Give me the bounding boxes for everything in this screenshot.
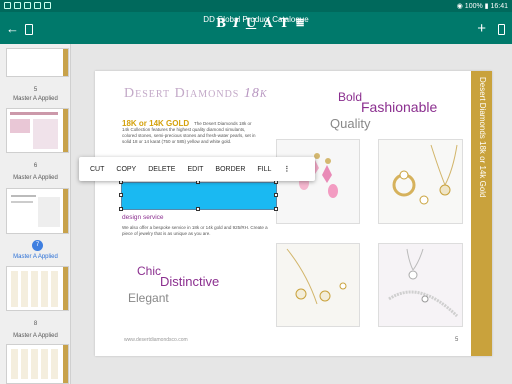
- side-title-bar: Desert Diamonds 18k or 14k Gold: [471, 71, 492, 356]
- align-icon[interactable]: ≣: [296, 16, 305, 30]
- bold-button[interactable]: B: [216, 16, 226, 30]
- slide-label-6: Master A Applied: [13, 175, 58, 181]
- slide-label-5: Master A Applied: [13, 96, 58, 102]
- slide-view-icon[interactable]: [498, 24, 505, 35]
- word-distinctive: Distinctive: [160, 274, 220, 289]
- underline-button[interactable]: U: [246, 16, 256, 30]
- brand-name: Desert Diamonds: [124, 86, 240, 101]
- status-bar: ◉ 100% ▮ 16:41: [0, 0, 512, 12]
- cut-menu-item[interactable]: CUT: [79, 166, 110, 173]
- side-title: Desert Diamonds 18k or 14k Gold: [478, 77, 487, 198]
- add-icon[interactable]: +: [477, 21, 486, 36]
- slide-number-8: 8: [33, 321, 38, 327]
- battery-level: 100%: [464, 3, 483, 10]
- battery-icon: ▮: [484, 3, 489, 10]
- pink-earrings-photo: [276, 139, 360, 224]
- more-vert-icon[interactable]: ⋮: [277, 165, 296, 173]
- fill-menu-item[interactable]: FILL: [251, 166, 277, 173]
- italic-button[interactable]: I: [233, 16, 239, 30]
- gold-description-text: The Desert Diamonds 18k or 14k Collectio…: [122, 121, 256, 144]
- slide-thumbnail-7[interactable]: [6, 266, 69, 311]
- slide-label-8: Master A Applied: [13, 333, 58, 339]
- brand-suffix: 18k: [243, 86, 268, 101]
- website-url: www.desertdiamondsco.com: [124, 337, 188, 343]
- back-arrow-icon[interactable]: ←: [6, 22, 19, 35]
- slide-number-5: 5: [33, 87, 38, 93]
- design-service-heading: design service: [122, 214, 164, 221]
- slide-thumbnail-8[interactable]: [6, 344, 69, 384]
- notification-icons: [4, 2, 51, 9]
- resize-handle-b[interactable]: [196, 207, 200, 211]
- design-service-text: We also offer a bespoke service in 18k o…: [122, 225, 268, 236]
- slide-thumbnail-4[interactable]: [6, 48, 69, 77]
- brand-logo: Desert Diamonds 18k: [124, 86, 268, 102]
- slide-thumbnail-5[interactable]: [6, 108, 69, 153]
- gold-description: The Desert Diamonds 18k or 14k Collectio…: [122, 121, 258, 145]
- delete-menu-item[interactable]: DELETE: [142, 166, 181, 173]
- format-toolbar: B I U A T ≣: [216, 16, 305, 30]
- gold-drop-earrings-photo: [276, 243, 360, 327]
- resize-handle-br[interactable]: [274, 207, 278, 211]
- resize-handle-r[interactable]: [274, 193, 278, 197]
- document-outline-icon[interactable]: [25, 24, 33, 35]
- slide-number-7-badge: 7: [32, 240, 43, 251]
- slide-thumbnail-panel[interactable]: 5 Master A Applied 6 Master A Applied 7 …: [0, 44, 71, 384]
- word-bold: Bold: [338, 90, 363, 104]
- selected-text-box[interactable]: [121, 182, 277, 210]
- word-fashionable: Fashionable: [361, 99, 438, 115]
- slide-thumbnail-6[interactable]: [6, 188, 69, 234]
- word-elegant: Elegant: [128, 291, 169, 305]
- edit-menu-item[interactable]: EDIT: [181, 166, 209, 173]
- gold-ring-pendant-photo: [378, 139, 463, 224]
- silver-bracelet-photo: [378, 243, 463, 327]
- font-size-button[interactable]: T: [280, 16, 289, 30]
- clock: 16:41: [490, 3, 508, 10]
- border-menu-item[interactable]: BORDER: [209, 166, 251, 173]
- font-color-button[interactable]: A: [263, 16, 272, 30]
- status-right: ◉ 100% ▮ 16:41: [457, 2, 508, 10]
- slide-number-6: 6: [33, 163, 38, 169]
- page-number: 5: [455, 337, 459, 343]
- slide-label-7: Master A Applied: [13, 254, 58, 260]
- word-quality: Quality: [330, 116, 371, 131]
- word-chic: Chic: [137, 264, 162, 278]
- resize-handle-l[interactable]: [119, 193, 123, 197]
- resize-handle-bl[interactable]: [119, 207, 123, 211]
- copy-menu-item[interactable]: COPY: [110, 166, 142, 173]
- context-menu: CUT COPY DELETE EDIT BORDER FILL ⋮: [79, 157, 315, 181]
- wifi-icon: ◉: [456, 3, 463, 10]
